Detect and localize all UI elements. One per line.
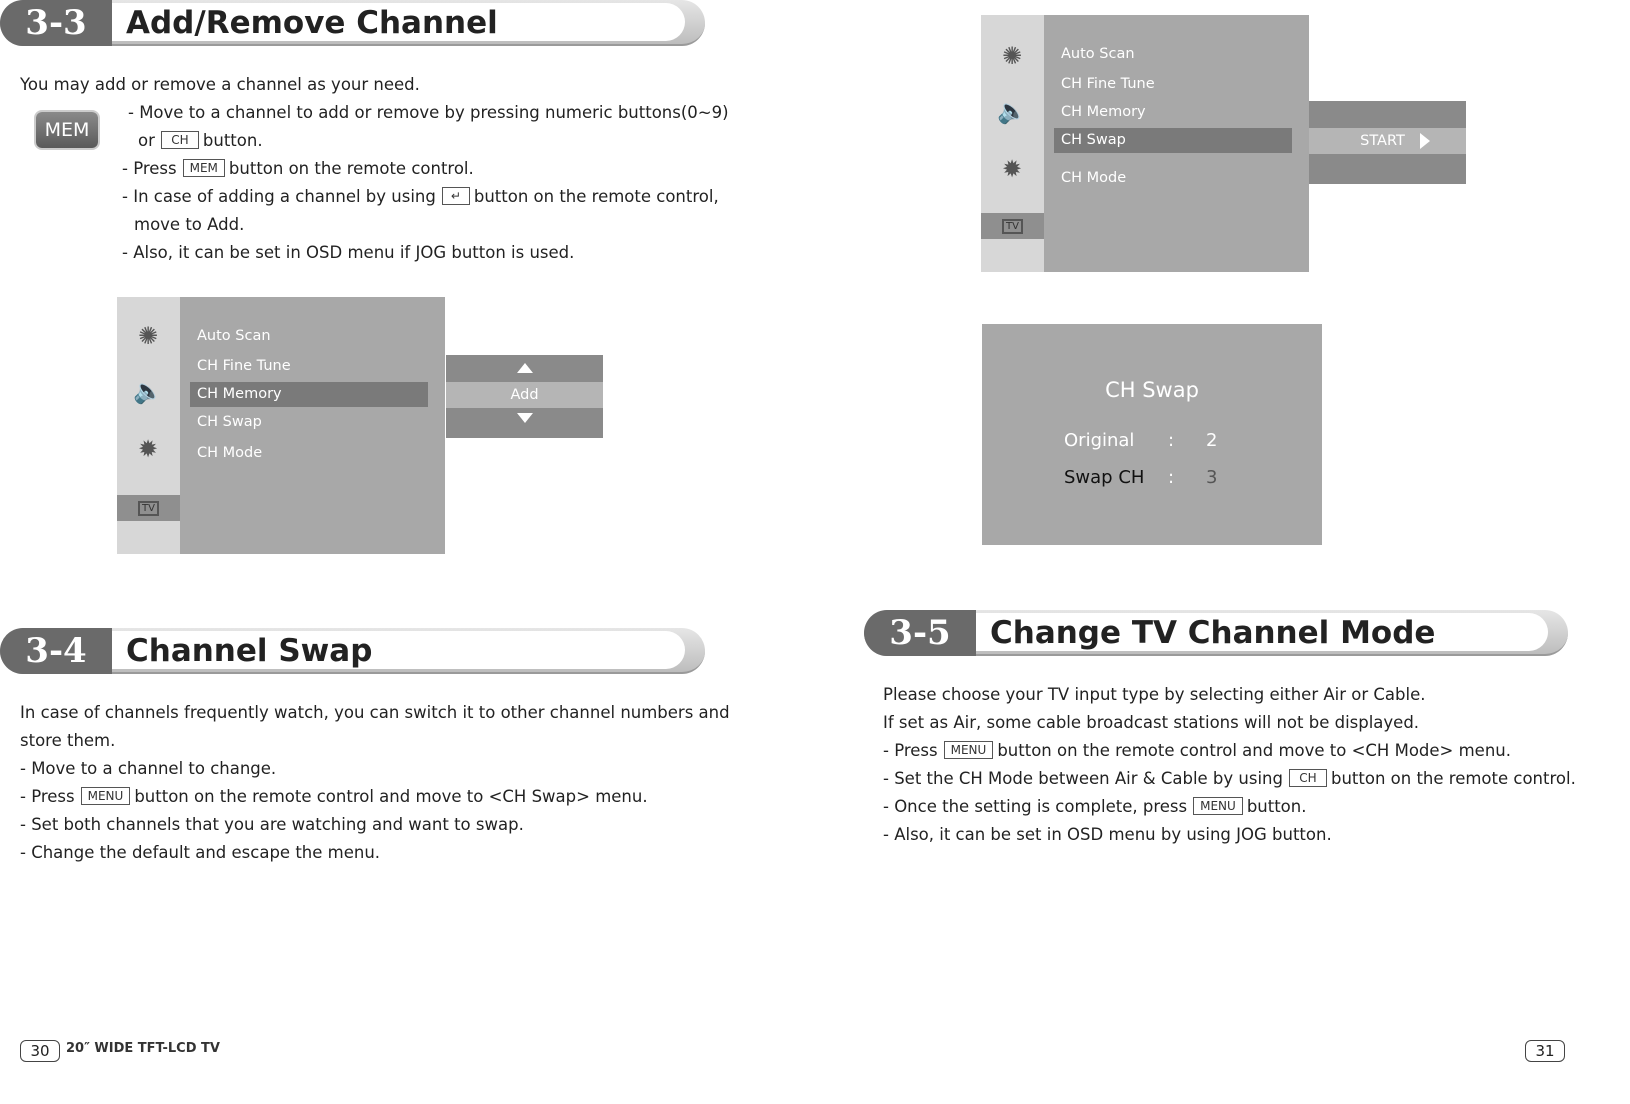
instruction-line: move to Add. <box>134 210 244 239</box>
down-arrow-icon[interactable] <box>517 413 533 423</box>
instruction-line: - In case of adding a channel by using ↵ b… <box>122 182 719 211</box>
line-text: button. <box>1246 797 1307 816</box>
section-header-3-5: 3-5 Change TV Channel Mode <box>864 610 1568 656</box>
osd-item-ch-swap[interactable]: CH Swap <box>197 414 262 430</box>
instruction-line: - Press MEM button on the remote control. <box>122 154 474 183</box>
instruction-line: - Press MENU button on the remote control … <box>20 782 648 811</box>
osd-item-ch-mode[interactable]: CH Mode <box>197 445 262 461</box>
right-arrow-icon[interactable] <box>1420 133 1430 149</box>
instruction-line: - Set both channels that you are watchin… <box>20 810 524 839</box>
page-number-left: 30 <box>20 1040 60 1062</box>
line-text: button. <box>202 131 263 150</box>
line-text: - Press <box>20 787 75 806</box>
swap-ch-value[interactable]: 3 <box>1206 467 1217 488</box>
ch-swap-dialog: CH Swap Original : 2 Swap CH : 3 <box>982 324 1322 545</box>
line-text: - Change the default and escape the menu… <box>20 843 381 862</box>
line-text: - In case of adding a channel by using <box>122 187 436 206</box>
line-text: - Move to a channel to add or remove by … <box>128 103 729 122</box>
menu-key-box: MENU <box>943 741 994 759</box>
add-value[interactable]: Add <box>446 382 603 408</box>
original-label: Original <box>1064 430 1135 451</box>
line-text: In case of channels frequently watch, yo… <box>20 703 730 722</box>
section-number: 3-3 <box>0 0 112 46</box>
instruction-line: In case of channels frequently watch, yo… <box>20 698 730 727</box>
original-value[interactable]: 2 <box>1206 430 1217 451</box>
section-title: Add/Remove Channel <box>126 5 498 41</box>
setup-icon[interactable]: ✹ <box>995 154 1029 184</box>
osd-item-ch-fine-tune[interactable]: CH Fine Tune <box>197 358 291 374</box>
osd-item-ch-memory[interactable]: CH Memory <box>190 382 428 407</box>
osd-menu-ch-swap: ✺ 🔈 ✹ TV Auto Scan CH Fine Tune CH Memor… <box>981 15 1309 272</box>
instruction-line: - Once the setting is complete, press MEN… <box>883 792 1306 821</box>
line-text: or <box>138 131 155 150</box>
line-text: button on the remote control. <box>1330 769 1576 788</box>
line-text: button on the remote control, <box>473 187 719 206</box>
instruction-line: - Also, it can be set in OSD menu by usi… <box>883 820 1332 849</box>
sound-icon[interactable]: 🔈 <box>995 96 1029 126</box>
instruction-line: store them. <box>20 726 115 755</box>
ch-key-box: CH <box>1288 769 1327 787</box>
line-text: - Set the CH Mode between Air & Cable by… <box>883 769 1283 788</box>
osd-item-auto-scan[interactable]: Auto Scan <box>1061 46 1135 62</box>
line-text: - Press <box>122 159 177 178</box>
instruction-line: - Press MENU button on the remote control … <box>883 736 1511 765</box>
line-text: - Set both channels that you are watchin… <box>20 815 524 834</box>
start-popup: START <box>1309 101 1466 184</box>
line-text: button on the remote control and move to… <box>134 787 648 806</box>
line-text: Please choose your TV input type by sele… <box>883 685 1426 704</box>
picture-icon[interactable]: ✺ <box>131 321 165 351</box>
line-text: - Once the setting is complete, press <box>883 797 1188 816</box>
section-header-3-3: 3-3 Add/Remove Channel <box>0 0 705 46</box>
osd-item-auto-scan[interactable]: Auto Scan <box>197 328 271 344</box>
dialog-title: CH Swap <box>1105 378 1199 402</box>
line-text: - Press <box>883 741 938 760</box>
line-text: move to Add. <box>134 215 245 234</box>
intro-text: You may add or remove a channel as your … <box>20 75 420 94</box>
menu-key-box: MENU <box>80 787 131 805</box>
tv-icon[interactable]: TV <box>117 495 180 521</box>
osd-item-ch-memory[interactable]: CH Memory <box>1061 104 1146 120</box>
page-number-right: 31 <box>1525 1040 1565 1062</box>
setup-icon[interactable]: ✹ <box>131 434 165 464</box>
instruction-line: - Also, it can be set in OSD menu if JOG… <box>122 238 574 267</box>
instruction-line: Please choose your TV input type by sele… <box>883 680 1425 709</box>
mem-key-icon: MEM <box>36 112 98 148</box>
swap-ch-label: Swap CH <box>1064 467 1145 488</box>
line-text: button on the remote control. <box>228 159 474 178</box>
instruction-line: - Move to a channel to change. <box>20 754 276 783</box>
ch-key-box: CH <box>160 131 199 149</box>
swap-ch-separator: : <box>1168 467 1175 488</box>
section-number: 3-4 <box>0 628 112 674</box>
start-value[interactable]: START <box>1309 128 1466 154</box>
osd-item-ch-swap[interactable]: CH Swap <box>1054 128 1292 153</box>
line-text: - Also, it can be set in OSD menu by usi… <box>883 825 1332 844</box>
menu-key-box: MENU <box>1193 797 1243 815</box>
osd-menu-ch-memory: ✺ 🔈 ✹ TV Auto Scan CH Fine Tune CH Memor… <box>117 297 445 554</box>
section-number: 3-5 <box>864 610 976 656</box>
enter-key-box: ↵ <box>441 187 470 205</box>
instruction-line: If set as Air, some cable broadcast stat… <box>883 708 1419 737</box>
osd-item-ch-mode[interactable]: CH Mode <box>1061 170 1126 186</box>
line-text: If set as Air, some cable broadcast stat… <box>883 713 1420 732</box>
osd-item-ch-fine-tune[interactable]: CH Fine Tune <box>1061 76 1155 92</box>
line-text: store them. <box>20 731 116 750</box>
model-label: 20″ WIDE TFT-LCD TV <box>66 1041 220 1056</box>
section-header-3-4: 3-4 Channel Swap <box>0 628 705 674</box>
tv-icon[interactable]: TV <box>981 213 1044 239</box>
instruction-line: - Set the CH Mode between Air & Cable by… <box>883 764 1576 793</box>
line-text: - Also, it can be set in OSD menu if JOG… <box>122 243 575 262</box>
mem-key-box: MEM <box>182 159 225 177</box>
add-popup: Add <box>446 355 603 438</box>
sound-icon[interactable]: 🔈 <box>131 376 165 406</box>
picture-icon[interactable]: ✺ <box>995 41 1029 71</box>
instruction-line: - Change the default and escape the menu… <box>20 838 380 867</box>
line-text: button on the remote control and move to… <box>997 741 1511 760</box>
section-title: Change TV Channel Mode <box>990 615 1436 651</box>
line-text: - Move to a channel to change. <box>20 759 277 778</box>
instruction-line: - Move to a channel to add or remove by … <box>128 98 729 127</box>
original-separator: : <box>1168 430 1175 451</box>
instruction-line: or CH button. <box>138 126 263 155</box>
section-title: Channel Swap <box>126 633 373 669</box>
up-arrow-icon[interactable] <box>517 363 533 373</box>
